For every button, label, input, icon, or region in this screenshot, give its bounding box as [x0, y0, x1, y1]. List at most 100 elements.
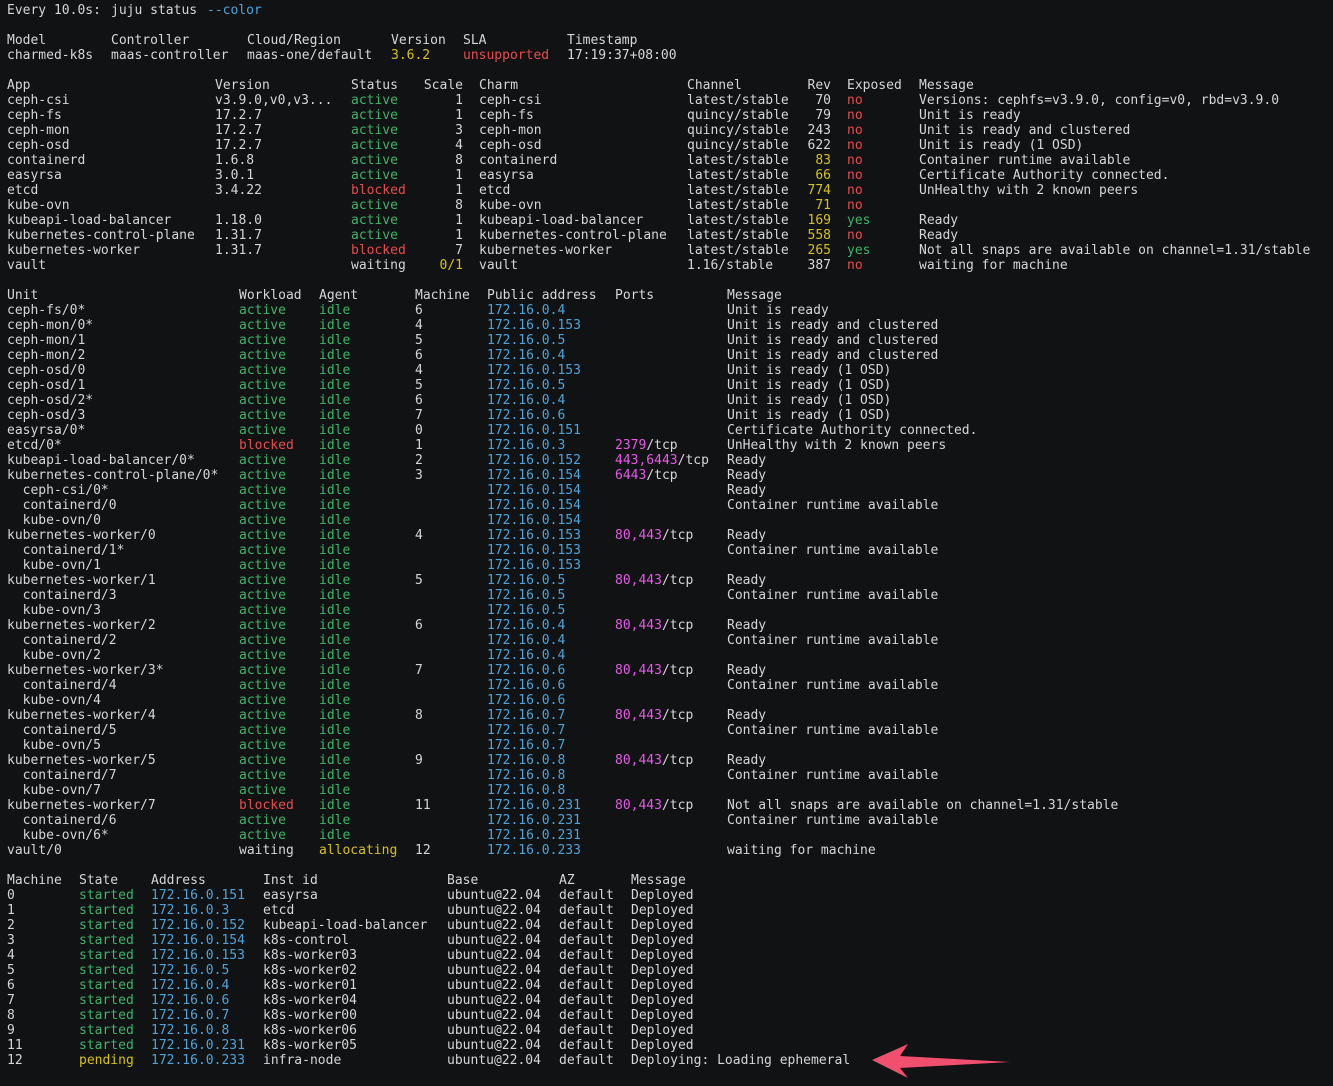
unit-workload: active	[239, 603, 286, 618]
machine-id: 1	[7, 903, 15, 918]
app-exposed: no	[847, 93, 863, 108]
units-header-row: Unit Workload Agent Machine Public address Po…	[0, 288, 1333, 303]
units-col-agent: Agent	[319, 288, 359, 303]
unit-row: kubernetes-worker/5 active idle 9 172.16.0.8…	[0, 753, 1333, 768]
unit-agent: idle	[319, 828, 351, 843]
unit-name: containerd/1*	[7, 543, 125, 558]
machine-message: Deployed	[631, 993, 694, 1008]
unit-name: ceph-mon/2	[7, 348, 86, 363]
unit-workload: active	[239, 393, 286, 408]
unit-row: containerd/1* active idle 172.16.0.153 Conta…	[0, 543, 1333, 558]
machine-base: ubuntu@22.04	[447, 933, 541, 948]
unit-agent: idle	[319, 378, 351, 393]
app-message: Unit is ready (1 OSD)	[919, 138, 1084, 153]
unit-message: Container runtime available	[727, 813, 939, 828]
machine-address: 172.16.0.3	[151, 903, 230, 918]
unit-workload: active	[239, 738, 286, 753]
unit-name: kube-ovn/2	[7, 648, 101, 663]
unit-address: 172.16.0.6	[487, 408, 566, 423]
unit-address: 172.16.0.7	[487, 723, 566, 738]
app-channel: latest/stable	[687, 213, 789, 228]
unit-row: kubernetes-worker/0 active idle 4 172.16.0.1…	[0, 528, 1333, 543]
app-row: kubeapi-load-balancer 1.18.0 active 1 kubeap…	[0, 213, 1333, 228]
unit-address: 172.16.0.5	[487, 573, 566, 588]
unit-name: ceph-fs/0*	[7, 303, 86, 318]
unit-agent: idle	[319, 678, 351, 693]
machine-az: default	[559, 1023, 614, 1038]
unit-workload: active	[239, 723, 286, 738]
unit-address: 172.16.0.4	[487, 303, 566, 318]
red-arrow-icon	[872, 1044, 1010, 1078]
machine-az: default	[559, 963, 614, 978]
unit-machine: 3	[415, 468, 423, 483]
app-message: Not all snaps are available on channel=1…	[919, 243, 1311, 258]
unit-agent: idle	[319, 453, 351, 468]
juju-version: 3.6.2	[391, 48, 431, 63]
app-status: active	[351, 168, 398, 183]
machine-address: 172.16.0.8	[151, 1023, 230, 1038]
unit-agent: idle	[319, 738, 351, 753]
unit-agent: idle	[319, 603, 351, 618]
unit-row: ceph-csi/0* active idle 172.16.0.154 Ready	[0, 483, 1333, 498]
unit-agent: idle	[319, 618, 351, 633]
unit-message: Container runtime available	[727, 678, 939, 693]
app-scale: 1	[455, 213, 463, 228]
apps-col-status: Status	[351, 78, 398, 93]
unit-machine: 4	[415, 363, 423, 378]
unit-agent: idle	[319, 543, 351, 558]
app-name: containerd	[7, 153, 86, 168]
timestamp: 17:19:37+08:00	[567, 48, 677, 63]
apps-col-exposed: Exposed	[847, 78, 902, 93]
unit-row: containerd/7 active idle 172.16.0.8 Containe…	[0, 768, 1333, 783]
unit-row: kubernetes-worker/7 blocked idle 11 172.16.0…	[0, 798, 1333, 813]
unit-machine: 6	[415, 618, 423, 633]
app-charm: kube-ovn	[479, 198, 542, 213]
app-charm: etcd	[479, 183, 511, 198]
controller-name: maas-controller	[111, 48, 229, 63]
machine-inst-id: k8s-worker02	[263, 963, 357, 978]
unit-agent: idle	[319, 393, 351, 408]
machine-row: 7 started 172.16.0.6 k8s-worker04 ubuntu@22.…	[0, 993, 1333, 1008]
app-exposed: no	[847, 123, 863, 138]
apps-col-rev: Rev	[807, 78, 831, 93]
unit-address: 172.16.0.3	[487, 438, 566, 453]
app-message: Ready	[919, 228, 959, 243]
apps-col-version: Version	[215, 78, 270, 93]
machine-inst-id: k8s-control	[263, 933, 350, 948]
app-status: active	[351, 213, 398, 228]
unit-agent: allocating	[319, 843, 398, 858]
apps-col-app: App	[7, 78, 31, 93]
app-exposed: no	[847, 198, 863, 213]
unit-message: Certificate Authority connected.	[727, 423, 978, 438]
terminal-window[interactable]: Every 10.0s: juju status --color Model C…	[0, 0, 1333, 1086]
app-version: 1.18.0	[215, 213, 262, 228]
machine-state: started	[79, 888, 134, 903]
machine-row: 6 started 172.16.0.4 k8s-worker01 ubuntu@22.…	[0, 978, 1333, 993]
watch-flag: --color	[207, 3, 262, 18]
unit-address: 172.16.0.153	[487, 318, 581, 333]
units-col-machine: Machine	[415, 288, 470, 303]
app-rev: 265	[807, 243, 831, 258]
unit-machine: 12	[415, 843, 431, 858]
unit-workload: active	[239, 408, 286, 423]
unit-workload: active	[239, 333, 286, 348]
app-row: kubernetes-worker 1.31.7 blocked 7 kubernete…	[0, 243, 1333, 258]
machine-az: default	[559, 918, 614, 933]
app-scale: 1	[455, 183, 463, 198]
unit-name: containerd/5	[7, 723, 117, 738]
unit-machine: 2	[415, 453, 423, 468]
app-name: kube-ovn	[7, 198, 70, 213]
app-message: Certificate Authority connected.	[919, 168, 1170, 183]
unit-name: kube-ovn/5	[7, 738, 101, 753]
unit-message: Container runtime available	[727, 588, 939, 603]
unit-agent: idle	[319, 423, 351, 438]
unit-workload: active	[239, 753, 286, 768]
app-row: kubernetes-control-plane 1.31.7 active 1 kub…	[0, 228, 1333, 243]
unit-address: 172.16.0.5	[487, 588, 566, 603]
model-col-model: Model	[7, 33, 47, 48]
app-exposed: no	[847, 183, 863, 198]
machine-base: ubuntu@22.04	[447, 963, 541, 978]
machine-message: Deploying: Loading ephemeral	[631, 1053, 851, 1068]
app-name: ceph-mon	[7, 123, 70, 138]
unit-message: Ready	[727, 528, 767, 543]
